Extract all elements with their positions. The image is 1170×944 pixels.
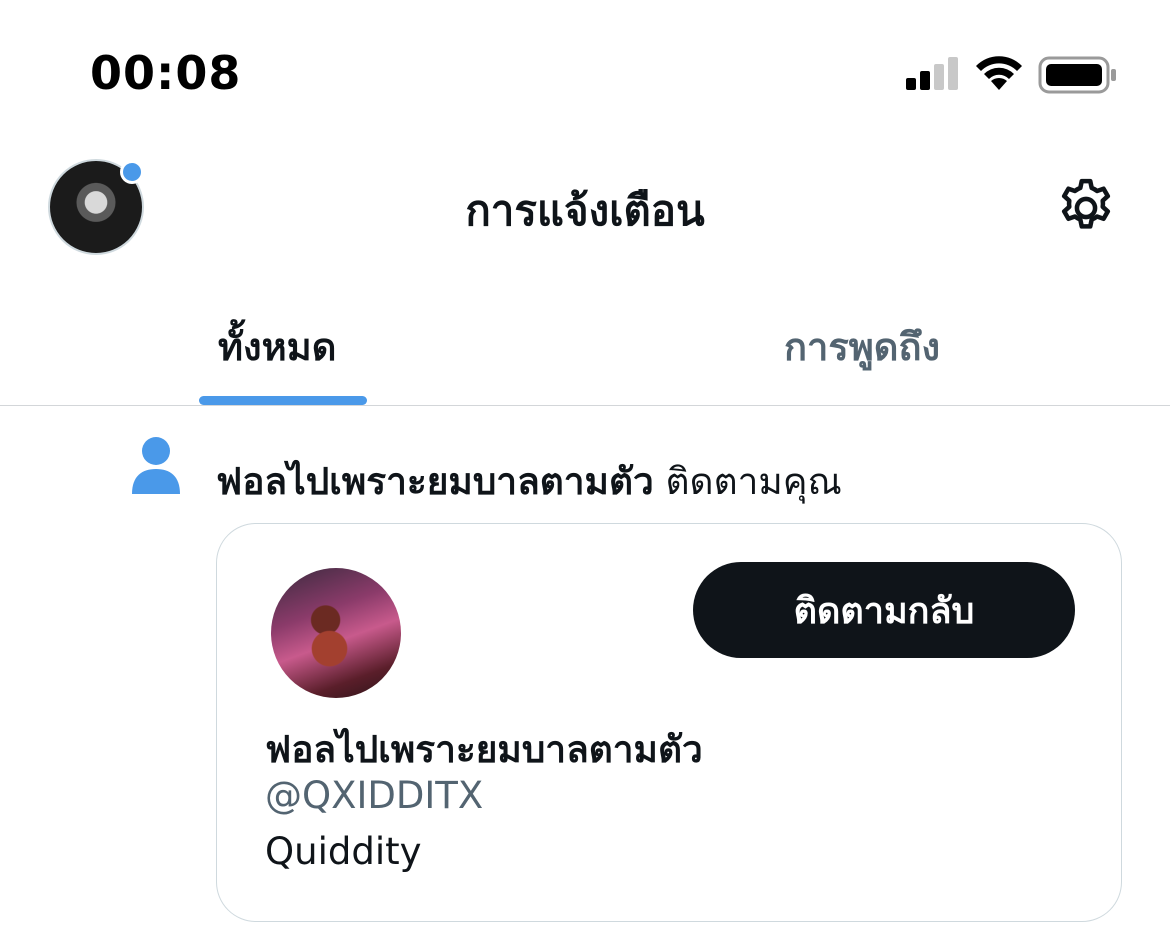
follower-display-name[interactable]: ฟอลไปเพราะยมบาลตามตัว xyxy=(265,720,703,779)
tab-mentions[interactable]: การพูดถึง xyxy=(784,316,940,377)
person-icon xyxy=(132,437,180,494)
page-title: การแจ้งเตือน xyxy=(465,186,705,235)
follower-avatar[interactable] xyxy=(271,568,401,698)
tab-all[interactable]: ทั้งหมด xyxy=(218,316,336,377)
follower-handle: @QXIDDITX xyxy=(265,774,484,817)
notification-action: ติดตามคุณ xyxy=(653,460,842,503)
active-tab-indicator xyxy=(199,396,367,405)
notification-text[interactable]: ฟอลไปเพราะยมบาลตามตัว ติดตามคุณ xyxy=(216,452,842,511)
cellular-signal-icon xyxy=(906,57,958,90)
notification-actor-name[interactable]: ฟอลไปเพราะยมบาลตามตัว xyxy=(216,460,654,503)
battery-icon xyxy=(1038,56,1116,94)
notification-tabs: ทั้งหมด การพูดถึง xyxy=(0,290,1170,406)
gear-icon[interactable] xyxy=(1052,174,1120,242)
status-bar: 00:08 xyxy=(0,0,1170,140)
follow-back-button[interactable]: ติดตามกลับ xyxy=(693,562,1075,658)
wifi-icon xyxy=(976,56,1022,90)
follower-user-card[interactable]: ติดตามกลับ ฟอลไปเพราะยมบาลตามตัว @QXIDDI… xyxy=(216,523,1122,922)
status-time: 00:08 xyxy=(90,46,242,100)
follower-bio: Quiddity xyxy=(265,830,422,873)
